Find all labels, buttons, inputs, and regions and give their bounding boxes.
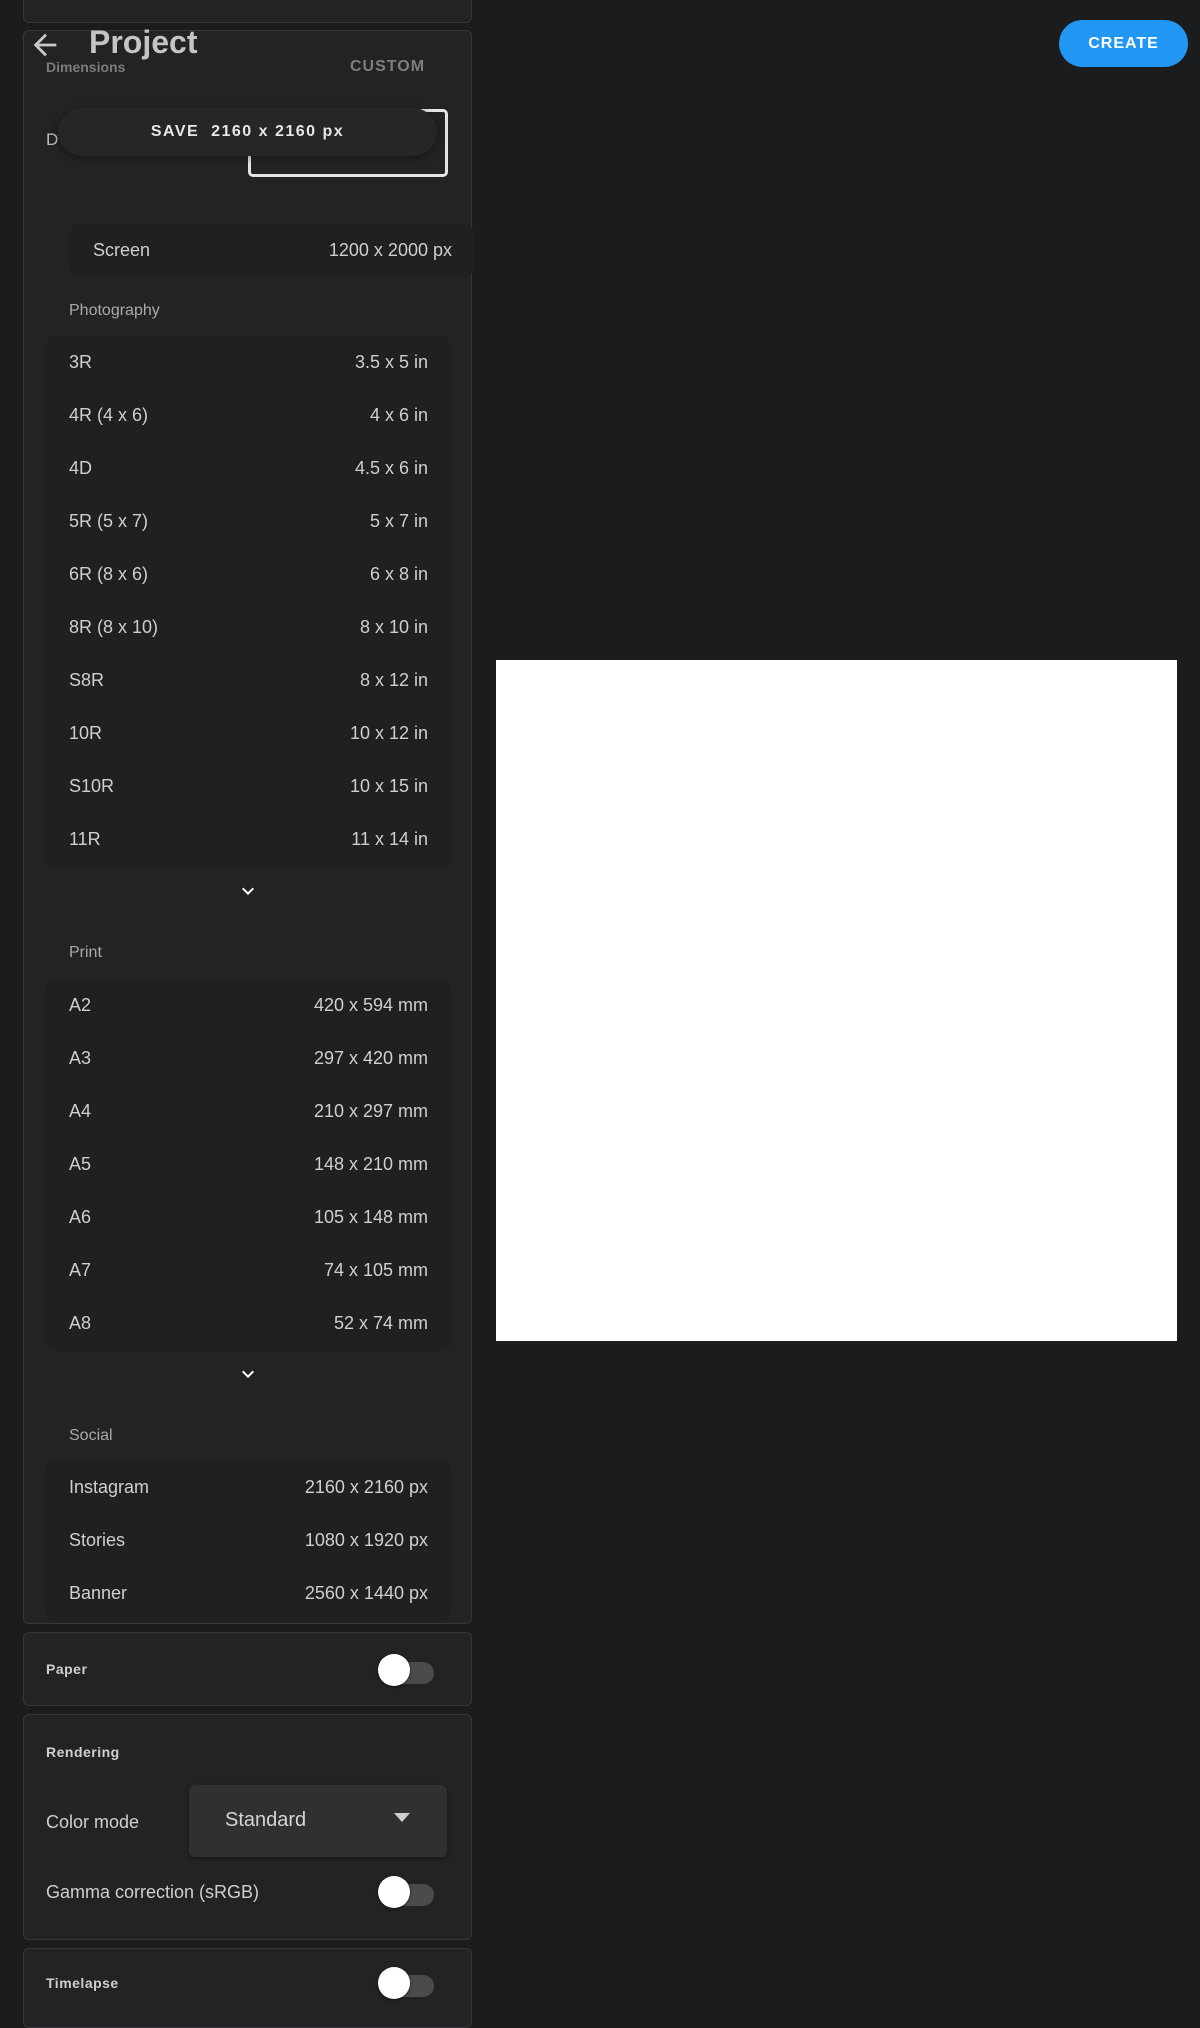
- preset-list-photography: 3R 3.5 x 5 in 4R (4 x 6) 4 x 6 in 4D 4.5 x 6 …: [46, 335, 450, 867]
- option-size: 10 x 12 in: [349, 723, 428, 743]
- page-title: Project: [89, 24, 198, 60]
- option-name: Stories: [69, 1530, 126, 1550]
- list-item-screen[interactable]: Screen 1200 x 2000 px: [70, 224, 474, 277]
- option-size: 8 x 12 in: [359, 670, 428, 690]
- list-item[interactable]: 5R (5 x 7) 5 x 7 in: [46, 495, 450, 548]
- rendering-panel: Rendering Color mode Standard Gamma corr…: [23, 1714, 472, 1940]
- option-size: 420 x 594 mm: [313, 995, 428, 1015]
- option-size: 2160 x 2160 px: [304, 1477, 428, 1497]
- paper-panel: Paper: [23, 1632, 472, 1706]
- option-size: 74 x 105 mm: [323, 1260, 428, 1280]
- paper-label: Paper: [46, 1661, 88, 1677]
- expand-print-button[interactable]: [236, 1362, 260, 1386]
- gamma-label: Gamma correction (sRGB): [46, 1882, 260, 1902]
- list-item[interactable]: A7 74 x 105 mm: [46, 1244, 450, 1297]
- color-mode-select[interactable]: Standard: [189, 1785, 447, 1857]
- option-name: A5: [69, 1154, 92, 1174]
- option-name: 8R (8 x 10): [69, 617, 159, 637]
- list-item[interactable]: 11R 11 x 14 in: [46, 813, 450, 866]
- option-name: 3R: [69, 352, 93, 372]
- gamma-toggle[interactable]: [378, 1875, 434, 1909]
- option-name: S10R: [69, 776, 115, 796]
- canvas-preview[interactable]: [496, 660, 1177, 1341]
- list-item[interactable]: 8R (8 x 10) 8 x 10 in: [46, 601, 450, 654]
- list-item[interactable]: A6 105 x 148 mm: [46, 1191, 450, 1244]
- option-size: 10 x 15 in: [349, 776, 428, 796]
- option-size: 3.5 x 5 in: [354, 352, 428, 372]
- option-size: 297 x 420 mm: [313, 1048, 428, 1068]
- preset-list-social: Instagram 2160 x 2160 px Stories 1080 x 192…: [46, 1460, 450, 1621]
- arrow-left-icon: [33, 33, 57, 57]
- list-item[interactable]: Stories 1080 x 1920 px: [46, 1514, 450, 1567]
- chevron-down-icon: [242, 1370, 254, 1378]
- option-size: 105 x 148 mm: [313, 1207, 428, 1227]
- option-name: A8: [69, 1313, 92, 1333]
- screen-list: Screen 1200 x 2000 px: [70, 224, 474, 278]
- option-name: A2: [69, 995, 92, 1015]
- option-name: A3: [69, 1048, 92, 1068]
- back-button[interactable]: [28, 28, 62, 62]
- option-size: 148 x 210 mm: [313, 1154, 428, 1174]
- save-size-button[interactable]: SAVE 2160 x 2160 px: [58, 108, 437, 156]
- group-label-photography: Photography: [69, 302, 160, 319]
- list-item[interactable]: S8R 8 x 12 in: [46, 654, 450, 707]
- dropdown-arrow-icon: [394, 1813, 410, 1822]
- option-name: A6: [69, 1207, 92, 1227]
- option-name: Screen: [93, 240, 151, 260]
- option-size: 2560 x 1440 px: [304, 1583, 428, 1603]
- previous-panel: [23, 0, 472, 23]
- save-size-label: SAVE 2160 x 2160 px: [150, 123, 345, 140]
- list-item[interactable]: A5 148 x 210 mm: [46, 1138, 450, 1191]
- timelapse-toggle[interactable]: [378, 1966, 434, 2000]
- list-item[interactable]: A3 297 x 420 mm: [46, 1032, 450, 1085]
- option-size: 6 x 8 in: [369, 564, 428, 584]
- option-name: A4: [69, 1101, 92, 1121]
- timelapse-panel: Timelapse: [23, 1948, 472, 2028]
- list-item[interactable]: A8 52 x 74 mm: [46, 1297, 450, 1350]
- create-button[interactable]: CREATE: [1059, 20, 1188, 67]
- list-item[interactable]: A4 210 x 297 mm: [46, 1085, 450, 1138]
- option-size: 52 x 74 mm: [333, 1313, 428, 1333]
- list-item[interactable]: 10R 10 x 12 in: [46, 707, 450, 760]
- paper-toggle[interactable]: [378, 1653, 434, 1687]
- option-name: Instagram: [69, 1477, 150, 1497]
- chevron-down-icon: [242, 887, 254, 895]
- option-name: 10R: [69, 723, 103, 743]
- option-name: S8R: [69, 670, 105, 690]
- option-size: 1200 x 2000 px: [328, 240, 452, 260]
- option-size: 5 x 7 in: [369, 511, 428, 531]
- option-name: Banner: [69, 1583, 128, 1603]
- list-item[interactable]: S10R 10 x 15 in: [46, 760, 450, 813]
- expand-photography-button[interactable]: [236, 879, 260, 903]
- list-item[interactable]: Banner 2560 x 1440 px: [46, 1567, 450, 1620]
- custom-tab[interactable]: CUSTOM: [350, 58, 425, 76]
- option-name: 6R (8 x 6): [69, 564, 149, 584]
- list-item[interactable]: 6R (8 x 6) 6 x 8 in: [46, 548, 450, 601]
- list-item[interactable]: Instagram 2160 x 2160 px: [46, 1461, 450, 1514]
- option-name: 4D: [69, 458, 93, 478]
- list-item[interactable]: 4D 4.5 x 6 in: [46, 442, 450, 495]
- timelapse-label: Timelapse: [46, 1975, 119, 1991]
- option-size: 4 x 6 in: [369, 405, 428, 425]
- group-label-social: Social: [69, 1427, 113, 1444]
- color-mode-value: Standard: [225, 1809, 307, 1831]
- option-size: 8 x 10 in: [359, 617, 428, 637]
- dimension-field-label: D: [46, 130, 59, 149]
- rendering-label: Rendering: [46, 1744, 120, 1760]
- preset-list-print: A2 420 x 594 mm A3 297 x 420 mm A4 210 x 297 …: [46, 978, 450, 1351]
- list-item[interactable]: A2 420 x 594 mm: [46, 979, 450, 1032]
- list-item[interactable]: 4R (4 x 6) 4 x 6 in: [46, 389, 450, 442]
- color-mode-label: Color mode: [46, 1812, 140, 1832]
- option-size: 210 x 297 mm: [313, 1101, 428, 1121]
- option-size: 1080 x 1920 px: [304, 1530, 428, 1550]
- option-size: 11 x 14 in: [351, 829, 428, 849]
- list-item[interactable]: 3R 3.5 x 5 in: [46, 336, 450, 389]
- option-size: 4.5 x 6 in: [354, 458, 428, 478]
- option-name: 4R (4 x 6): [69, 405, 149, 425]
- option-name: 11R: [69, 829, 101, 849]
- group-label-print: Print: [69, 944, 102, 961]
- option-name: 5R (5 x 7): [69, 511, 149, 531]
- option-name: A7: [69, 1260, 92, 1280]
